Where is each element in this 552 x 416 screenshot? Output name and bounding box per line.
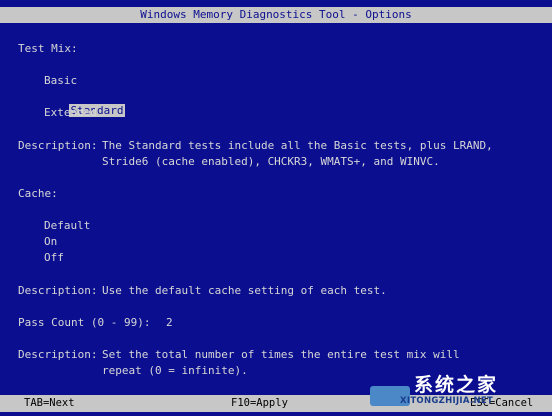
pass-count-description-line-1: Set the total number of times the entire… [102, 348, 460, 361]
pass-count-description-line-2: repeat (0 = infinite). [102, 364, 248, 377]
site-watermark: 系统之家 XITONGZHIJIA.NET [370, 368, 550, 414]
test-mix-description-label: Description: [18, 139, 98, 152]
f10-apply-hint[interactable]: F10=Apply [231, 395, 288, 412]
watermark-chinese-text: 系统之家 [414, 374, 499, 396]
test-mix-option-standard[interactable]: Standard [44, 90, 126, 117]
cache-option-off[interactable]: Off [44, 251, 64, 265]
test-mix-description-line-2: Stride6 (cache enabled), CHCKR3, WMATS+,… [102, 155, 440, 168]
cache-description-label: Description: [18, 284, 98, 297]
test-mix-label: Test Mix: [18, 42, 78, 55]
pass-count-description-label: Description: [18, 348, 98, 361]
title-bar: Windows Memory Diagnostics Tool - Option… [0, 7, 552, 23]
cache-description-line-1: Use the default cache setting of each te… [102, 284, 387, 297]
test-mix-description-line-1: The Standard tests include all the Basic… [102, 139, 493, 152]
tab-next-hint[interactable]: TAB=Next [24, 395, 75, 412]
cache-option-on[interactable]: On [44, 235, 57, 249]
cache-option-default[interactable]: Default [44, 219, 90, 233]
memory-diagnostics-options-screen: Windows Memory Diagnostics Tool - Option… [0, 0, 552, 416]
window-title: Windows Memory Diagnostics Tool - Option… [140, 8, 412, 21]
pass-count-label: Pass Count (0 - 99): [18, 316, 151, 329]
cache-label: Cache: [18, 187, 58, 200]
test-mix-option-basic[interactable]: Basic [44, 74, 77, 88]
pass-count-input[interactable]: 2 [166, 316, 173, 330]
watermark-english-text: XITONGZHIJIA.NET [400, 396, 494, 406]
test-mix-option-extended[interactable]: Extended [44, 106, 97, 120]
